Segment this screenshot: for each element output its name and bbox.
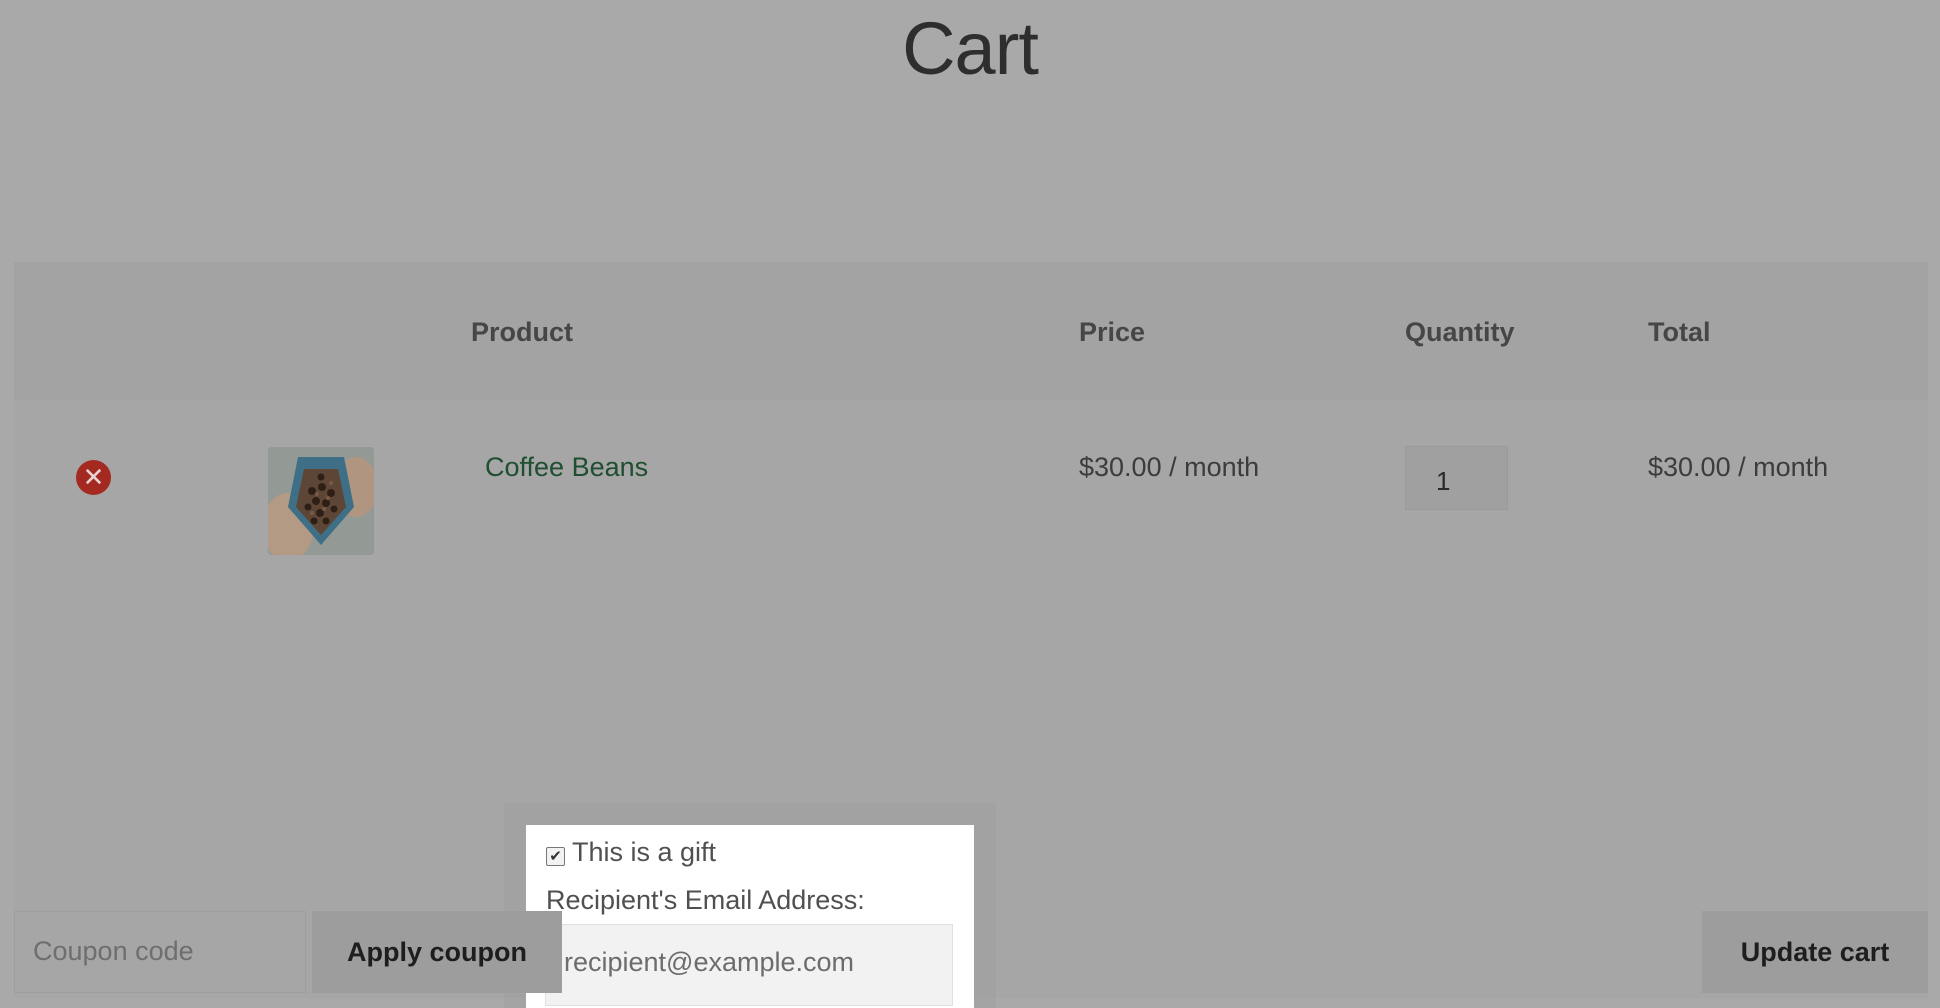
product-thumbnail[interactable]	[268, 447, 374, 555]
apply-coupon-button[interactable]: Apply coupon	[312, 911, 562, 993]
table-header: Product Price Quantity Total	[14, 262, 1928, 400]
header-total: Total	[1648, 317, 1711, 347]
header-product: Product	[471, 317, 574, 347]
cart-table: Product Price Quantity Total ✕ Coffee Be…	[14, 262, 1928, 1008]
remove-item-icon[interactable]: ✕	[76, 460, 111, 495]
header-price: Price	[1079, 317, 1146, 347]
gift-checkbox[interactable]: ✔	[546, 847, 565, 866]
cart-page: Cart Product Price Quantity Total ✕ Coff…	[0, 0, 1940, 1008]
coffee-bag-image	[268, 447, 374, 555]
gift-checkbox-label[interactable]: This is a gift	[572, 837, 716, 868]
product-price: $30.00 / month	[1079, 452, 1260, 482]
product-name-link[interactable]: Coffee Beans	[485, 452, 648, 483]
page-title: Cart	[902, 7, 1039, 90]
recipient-email-label: Recipient's Email Address:	[546, 885, 865, 915]
gift-options-panel: ✔ This is a gift Recipient's Email Addre…	[526, 825, 974, 1008]
quantity-input[interactable]: 1	[1405, 446, 1508, 510]
header-quantity: Quantity	[1405, 317, 1515, 347]
recipient-email-input[interactable]: recipient@example.com	[545, 924, 953, 1006]
update-cart-button[interactable]: Update cart	[1702, 911, 1928, 993]
coupon-code-input[interactable]: Coupon code	[14, 911, 306, 993]
line-total: $30.00 / month	[1648, 452, 1829, 482]
